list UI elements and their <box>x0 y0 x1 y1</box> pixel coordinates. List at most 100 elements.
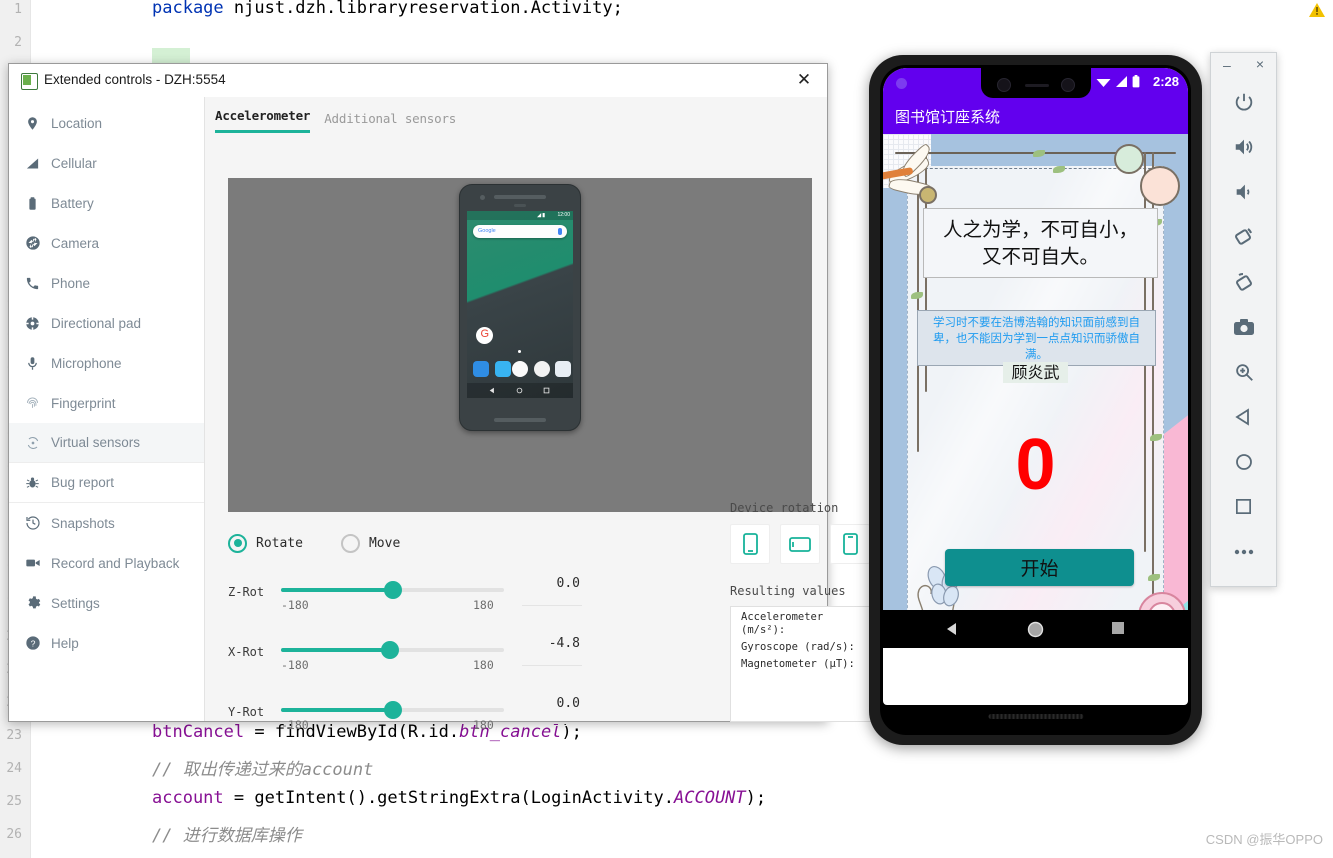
portrait-reverse-icon <box>842 533 858 555</box>
sidebar-item-phone[interactable]: Phone <box>9 263 204 303</box>
volume-up-button[interactable] <box>1211 124 1276 169</box>
radio-move[interactable]: Move <box>340 533 400 553</box>
preview-front-camera-icon <box>480 195 485 200</box>
front-camera-icon <box>996 78 1011 92</box>
sidebar-item-label: Cellular <box>51 155 97 171</box>
slider-knob[interactable] <box>383 581 402 599</box>
android-navigation-bar[interactable] <box>883 610 1188 648</box>
dragonfly-head <box>919 186 937 204</box>
status-led-dot <box>896 78 907 89</box>
slider-knob[interactable] <box>380 641 399 659</box>
preview-device-body: 12:00 Google <box>459 184 581 431</box>
toolbar-more-button[interactable] <box>1211 529 1276 574</box>
radio-rotate-label: Rotate <box>256 535 303 551</box>
toolbar-home-button[interactable] <box>1211 439 1276 484</box>
preview-navigation-bar <box>467 383 573 398</box>
power-button[interactable] <box>1211 79 1276 124</box>
rotation-portrait-reverse-button[interactable] <box>830 524 870 564</box>
back-triangle-icon[interactable] <box>945 621 961 637</box>
zoom-button[interactable] <box>1211 349 1276 394</box>
sidebar-item-battery[interactable]: Battery <box>9 183 204 223</box>
slider-knob[interactable] <box>383 701 402 719</box>
rotate-right-button[interactable] <box>1211 259 1276 304</box>
slider-y-rot[interactable]: Y-Rot -180 180 0.0 <box>228 689 718 735</box>
slider-z-rot[interactable]: Z-Rot -180 180 0.0 <box>228 569 718 615</box>
preview-clock: 12:00 <box>557 212 570 218</box>
sensor-name: Magnetometer (μT): <box>741 658 855 670</box>
preview-back-triangle-icon <box>489 387 494 394</box>
volume-up-icon <box>1235 139 1252 154</box>
sensor-tabs[interactable]: Accelerometer Additional sensors <box>215 108 456 133</box>
sidebar-item-label: Phone <box>51 275 91 291</box>
toolbar-window-controls[interactable]: – × <box>1211 53 1276 79</box>
slider-track[interactable] <box>281 581 504 599</box>
sidebar-item-directional-pad[interactable]: Directional pad <box>9 303 204 343</box>
help-circle-icon: ? <box>25 635 51 651</box>
sidebar-item-label: Camera <box>51 235 100 251</box>
slider-fill <box>281 588 393 592</box>
sidebar-item-settings[interactable]: Settings <box>9 583 204 623</box>
volume-down-button[interactable] <box>1211 169 1276 214</box>
gear-icon <box>25 595 51 611</box>
tab-additional-sensors[interactable]: Additional sensors <box>324 111 456 133</box>
slider-fill <box>281 648 390 652</box>
sidebar-item-help[interactable]: ? Help <box>9 623 204 663</box>
identifier-account: account <box>152 788 224 808</box>
preview-google-app-icon <box>476 327 493 344</box>
sidebar-item-snapshots[interactable]: Snapshots <box>9 503 204 543</box>
slider-x-rot[interactable]: X-Rot -180 180 -4.8 <box>228 629 718 675</box>
android-emulator-device[interactable]: 2:28 图书馆订座系统 人之为学，不可自小，又不可自大。 学习时不要在浩博浩翰… <box>869 55 1202 745</box>
slider-value[interactable]: 0.0 <box>528 696 580 711</box>
slider-track[interactable] <box>281 701 504 719</box>
sidebar-item-camera[interactable]: Camera <box>9 223 204 263</box>
sidebar-item-fingerprint[interactable]: Fingerprint <box>9 383 204 423</box>
screenshot-button[interactable] <box>1211 304 1276 349</box>
slider-label: Y-Rot <box>228 705 265 719</box>
sidebar-item-location[interactable]: Location <box>9 103 204 143</box>
motion-mode-group[interactable]: Rotate Move <box>228 525 528 561</box>
sidebar-item-label: Directional pad <box>51 315 142 331</box>
emulator-side-toolbar[interactable]: – × <box>1210 52 1277 587</box>
line-number: 2 <box>14 35 22 50</box>
slider-max-label: 180 <box>473 718 494 732</box>
sidebar-item-record-playback[interactable]: Record and Playback <box>9 543 204 583</box>
recents-square-icon[interactable] <box>1111 621 1125 635</box>
preview-google-label: Google <box>478 228 496 234</box>
close-window-button[interactable]: ✕ <box>783 64 825 96</box>
slider-value[interactable]: 0.0 <box>528 576 580 591</box>
preview-page-dot <box>518 350 521 353</box>
tab-accelerometer[interactable]: Accelerometer <box>215 108 310 133</box>
sidebar-item-label: Battery <box>51 195 94 211</box>
rotation-portrait-button[interactable] <box>730 524 770 564</box>
home-circle-icon[interactable] <box>1027 621 1044 638</box>
rotate-left-button[interactable] <box>1211 214 1276 259</box>
slider-track[interactable] <box>281 641 504 659</box>
toolbar-recents-button[interactable] <box>1211 484 1276 529</box>
sidebar-item-label: Bug report <box>51 475 115 490</box>
minimize-button[interactable]: – <box>1223 57 1231 73</box>
device-3d-preview[interactable]: 12:00 Google <box>228 178 812 512</box>
extended-controls-sidebar[interactable]: Location Cellular Battery Camera Phone D… <box>9 97 205 721</box>
emulator-screen[interactable]: 2:28 图书馆订座系统 人之为学，不可自小，又不可自大。 学习时不要在浩博浩翰… <box>883 68 1188 705</box>
toolbar-back-button[interactable] <box>1211 394 1276 439</box>
sidebar-item-cellular[interactable]: Cellular <box>9 143 204 183</box>
start-button[interactable]: 开始 <box>945 549 1134 586</box>
location-pin-icon <box>25 116 51 131</box>
line-number: 26 <box>6 827 22 842</box>
wifi-icon <box>1096 78 1111 87</box>
preview-chrome-icon <box>534 361 550 377</box>
sidebar-item-virtual-sensors[interactable]: Virtual sensors <box>9 423 204 463</box>
rotation-landscape-left-button[interactable] <box>780 524 820 564</box>
window-title: Extended controls - DZH:5554 <box>44 72 226 87</box>
preview-earpiece <box>514 204 526 207</box>
sidebar-item-microphone[interactable]: Microphone <box>9 343 204 383</box>
close-button[interactable]: × <box>1256 56 1264 72</box>
slider-value[interactable]: -4.8 <box>528 636 580 651</box>
sidebar-item-bug-report[interactable]: Bug report <box>9 463 204 503</box>
line-number: 24 <box>6 761 22 776</box>
app-content-area[interactable]: 人之为学，不可自小，又不可自大。 学习时不要在浩博浩翰的知识面前感到自卑，也不能… <box>883 134 1188 648</box>
radio-rotate[interactable]: Rotate <box>228 533 303 553</box>
fingerprint-icon <box>25 396 51 411</box>
line-number: 25 <box>6 794 22 809</box>
extended-controls-window[interactable]: Extended controls - DZH:5554 ✕ Location … <box>8 63 1010 732</box>
